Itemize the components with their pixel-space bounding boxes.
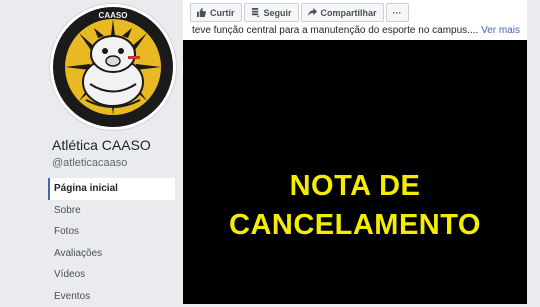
post-text: teve função central para a manutenção do… (192, 25, 522, 37)
post-card: Curtir Seguir Compartilhar ··· teve funç… (183, 0, 527, 304)
share-button[interactable]: Compartilhar (301, 3, 384, 22)
page-handle[interactable]: @atleticacaaso (52, 157, 127, 169)
follow-icon (251, 8, 260, 17)
image-text-line1: NOTA DE (183, 170, 527, 203)
follow-label: Seguir (264, 8, 292, 18)
nav-item-photos[interactable]: Fotos (48, 221, 175, 243)
right-gutter (527, 0, 540, 304)
svg-text:CAASO: CAASO (99, 11, 128, 20)
like-label: Curtir (210, 8, 235, 18)
nav-item-home[interactable]: Página inicial (48, 178, 175, 200)
like-button[interactable]: Curtir (190, 3, 242, 22)
see-more-link[interactable]: Ver mais (481, 25, 520, 36)
more-button[interactable]: ··· (386, 3, 409, 22)
post-text-body: teve função central para a manutenção do… (192, 25, 478, 36)
page-title[interactable]: Atlética CAASO (52, 137, 151, 153)
thumbs-up-icon (197, 8, 206, 17)
page-nav: Página inicial Sobre Fotos Avaliações Ví… (48, 178, 175, 307)
follow-button[interactable]: Seguir (244, 3, 299, 22)
nav-item-reviews[interactable]: Avaliações (48, 243, 175, 265)
page-sidebar: CAASO Atlética CAASO @atleticacaaso Pági… (0, 0, 183, 304)
share-label: Compartilhar (321, 8, 377, 18)
share-icon (308, 8, 317, 17)
image-text-line2: CANCELAMENTO (183, 209, 527, 242)
mascot-logo: CAASO (50, 4, 176, 130)
more-icon: ··· (393, 8, 402, 18)
page-action-bar: Curtir Seguir Compartilhar ··· (190, 3, 409, 24)
nav-item-videos[interactable]: Vídeos (48, 264, 175, 286)
profile-avatar[interactable]: CAASO (50, 4, 176, 130)
nav-item-about[interactable]: Sobre (48, 200, 175, 222)
